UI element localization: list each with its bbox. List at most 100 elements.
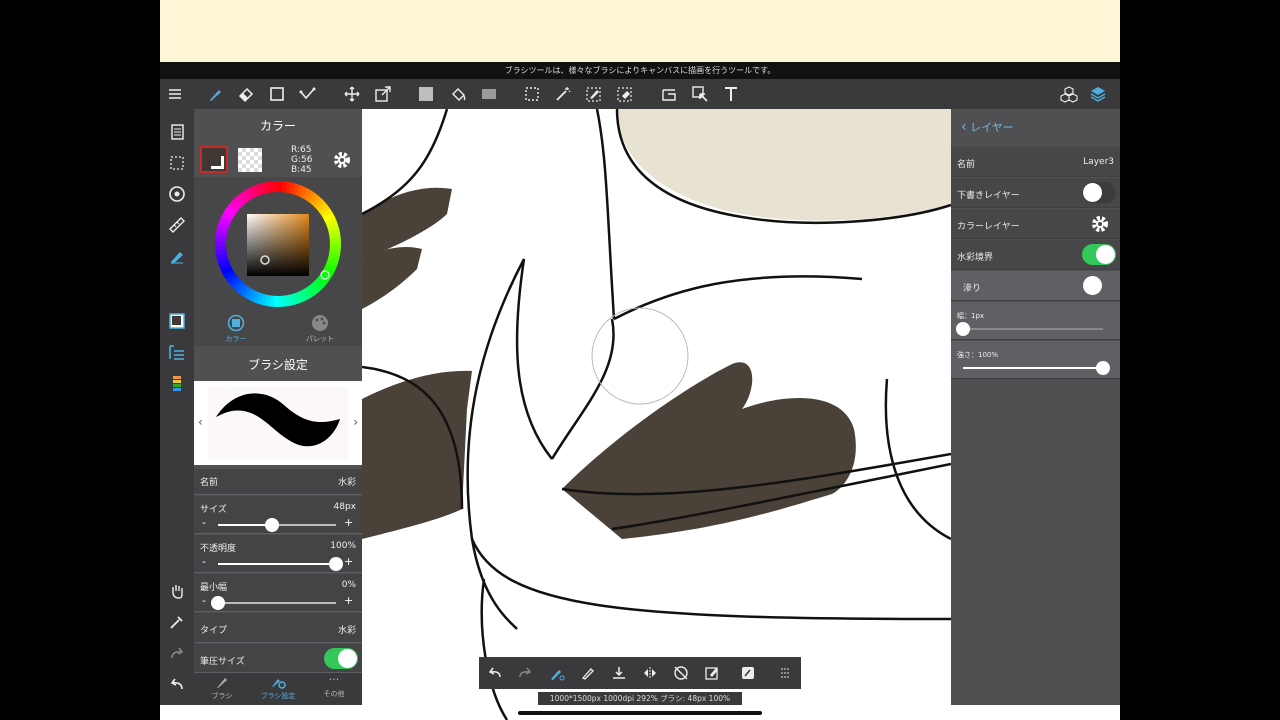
brush-icon[interactable] <box>203 82 227 106</box>
select-icon[interactable] <box>520 82 544 106</box>
size-knob[interactable] <box>265 518 280 532</box>
watercolor-edge-label: 水彩境界 <box>957 253 994 263</box>
background-swatch[interactable] <box>238 148 262 172</box>
rotate-lock-icon[interactable] <box>669 661 693 685</box>
drawing-canvas[interactable] <box>362 109 951 720</box>
stabilizer-icon[interactable] <box>545 661 569 685</box>
color-brush-panel: カラー R:65 G:56 B:45 カラー パレット ブラシ設定 ‹ › 名前… <box>194 109 362 705</box>
b-value: B:45 <box>291 165 312 175</box>
rectangle-icon[interactable] <box>265 82 289 106</box>
pressure-toggle[interactable] <box>324 648 358 669</box>
left-tool-rail <box>160 109 194 705</box>
edge-strength-knob[interactable] <box>1096 361 1110 375</box>
text-icon[interactable] <box>719 82 743 106</box>
layer-property-panel: ‹ レイヤー 名前 Layer3 下書きレイヤー カラーレイヤー 水彩境界 滲り… <box>951 109 1120 705</box>
redo-quick-icon[interactable] <box>513 661 537 685</box>
palette-bars-icon[interactable] <box>165 371 189 395</box>
size-slider[interactable] <box>218 518 336 532</box>
edge-width-slider[interactable] <box>956 322 1103 336</box>
crop-icon[interactable] <box>657 82 681 106</box>
layer-name-row[interactable]: 名前 Layer3 <box>951 147 1120 177</box>
fullscreen-edit-icon[interactable] <box>736 661 760 685</box>
brush-settings-tab-icon <box>272 679 286 689</box>
color-panel-icon[interactable] <box>165 309 189 333</box>
color-settings-gear-icon[interactable] <box>332 150 352 174</box>
tab-color[interactable]: カラー <box>194 314 278 344</box>
opacity-row: 不透明度 100% - + <box>194 535 362 573</box>
pressure-label: 筆圧サイズ <box>200 657 245 667</box>
size-label: サイズ <box>200 505 227 515</box>
size-minus-button[interactable]: - <box>202 516 206 529</box>
min-width-slider[interactable] <box>211 596 336 610</box>
preview-next-icon[interactable]: › <box>353 415 358 429</box>
page-icon[interactable] <box>165 120 189 144</box>
redo-icon[interactable] <box>165 641 189 665</box>
opacity-slider[interactable] <box>218 557 343 571</box>
menu-icon[interactable] <box>163 82 187 106</box>
selection-icon[interactable] <box>165 151 189 175</box>
move-icon[interactable] <box>340 82 364 106</box>
watercolor-edge-toggle[interactable] <box>1082 244 1116 265</box>
type-row[interactable]: タイプ 水彩 <box>194 613 362 643</box>
ruler-icon[interactable] <box>165 213 189 237</box>
transform-icon[interactable] <box>371 82 395 106</box>
tool-hint: ブラシツールは、様々なブラシによりキャンバスに描画を行うツールです。 <box>160 62 1120 79</box>
color-layer-gear-icon[interactable] <box>1090 214 1110 237</box>
curve-icon[interactable] <box>296 82 320 106</box>
edge-width-knob[interactable] <box>956 322 970 336</box>
hand-icon[interactable] <box>165 579 189 603</box>
grip-icon[interactable] <box>773 661 797 685</box>
magic-wand-icon[interactable] <box>551 82 575 106</box>
tab-palette[interactable]: パレット <box>278 314 362 344</box>
select-pen-icon[interactable] <box>582 82 606 106</box>
edge-width-label: 幅：1px <box>957 312 985 320</box>
pen-quick-icon[interactable] <box>576 661 600 685</box>
eyedropper-icon[interactable] <box>165 610 189 634</box>
draft-layer-toggle[interactable] <box>1082 182 1116 203</box>
material-icon[interactable] <box>1057 82 1081 106</box>
min-width-minus-button[interactable]: - <box>202 594 206 607</box>
layer-back-button[interactable]: ‹ レイヤー <box>951 109 1120 145</box>
brush-name-row[interactable]: 名前 水彩 <box>194 469 362 495</box>
color-wheel[interactable] <box>194 177 362 310</box>
opacity-minus-button[interactable]: - <box>202 555 206 568</box>
palette-icon <box>312 315 328 331</box>
bucket-icon[interactable] <box>446 82 470 106</box>
brush-list-icon[interactable] <box>165 340 189 364</box>
tab-brush[interactable]: ブラシ <box>194 675 250 701</box>
back-chevron-icon: ‹ <box>961 119 967 135</box>
color-layer-row: カラーレイヤー <box>951 209 1120 239</box>
pressure-row: 筆圧サイズ <box>194 644 362 673</box>
undo-icon[interactable] <box>165 672 189 696</box>
flip-icon[interactable] <box>638 661 662 685</box>
edge-strength-slider[interactable] <box>963 361 1110 375</box>
tab-brush-settings[interactable]: ブラシ設定 <box>250 675 306 701</box>
min-width-knob[interactable] <box>211 596 225 610</box>
pen-settings-icon[interactable] <box>165 244 189 268</box>
layers-icon[interactable] <box>1086 82 1110 106</box>
size-plus-button[interactable]: + <box>344 516 353 529</box>
opacity-knob[interactable] <box>329 557 343 571</box>
edge-strength-label: 強さ：100% <box>957 351 999 359</box>
color-layer-label: カラーレイヤー <box>957 222 1020 232</box>
select-eraser-icon[interactable] <box>613 82 637 106</box>
brush-tab-icon <box>217 678 227 688</box>
preview-prev-icon[interactable]: ‹ <box>198 415 203 429</box>
lasso-move-icon[interactable] <box>688 82 712 106</box>
min-width-plus-button[interactable]: + <box>344 594 353 607</box>
fill-color-icon[interactable] <box>414 82 438 106</box>
gradient-icon[interactable] <box>477 82 501 106</box>
quick-action-bar <box>479 657 801 689</box>
foreground-swatch[interactable] <box>200 146 228 173</box>
opacity-plus-button[interactable]: + <box>344 555 353 568</box>
clear-layer-icon[interactable] <box>700 661 724 685</box>
tab-other[interactable]: ··· その他 <box>306 673 362 699</box>
blur-toggle[interactable] <box>1082 275 1116 296</box>
layer-name-label: 名前 <box>957 160 976 170</box>
download-icon[interactable] <box>607 661 631 685</box>
undo-quick-icon[interactable] <box>483 661 507 685</box>
opacity-value: 100% <box>330 541 356 551</box>
eraser-icon[interactable] <box>234 82 258 106</box>
snap-icon[interactable] <box>165 182 189 206</box>
more-icon: ··· <box>328 673 340 686</box>
